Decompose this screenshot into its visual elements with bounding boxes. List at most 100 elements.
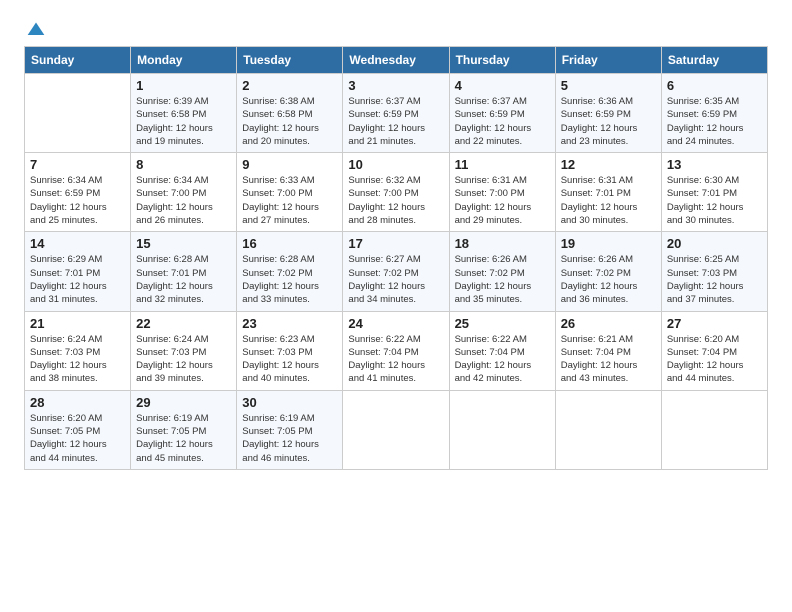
calendar-cell: 14 Sunrise: 6:29 AM Sunset: 7:01 PM Dayli… xyxy=(25,232,131,311)
day-number: 4 xyxy=(455,78,550,93)
header-monday: Monday xyxy=(131,47,237,74)
day-info: Sunrise: 6:23 AM Sunset: 7:03 PM Dayligh… xyxy=(242,333,337,386)
day-info: Sunrise: 6:37 AM Sunset: 6:59 PM Dayligh… xyxy=(348,95,443,148)
calendar-cell: 11Sunrise: 6:31 AM Sunset: 7:00 PM Dayli… xyxy=(449,153,555,232)
day-info: Sunrise: 6:25 AM Sunset: 7:03 PM Dayligh… xyxy=(667,253,762,306)
day-number: 5 xyxy=(561,78,656,93)
calendar-cell xyxy=(555,390,661,469)
calendar-week-4: 21 Sunrise: 6:24 AM Sunset: 7:03 PM Dayli… xyxy=(25,311,768,390)
day-number: 7 xyxy=(30,157,125,172)
day-number: 12 xyxy=(561,157,656,172)
day-number: 19 xyxy=(561,236,656,251)
day-info: Sunrise: 6:33 AM Sunset: 7:00 PM Dayligh… xyxy=(242,174,337,227)
day-number: 3 xyxy=(348,78,443,93)
calendar-cell xyxy=(343,390,449,469)
day-number: 14 xyxy=(30,236,125,251)
calendar-cell: 21Sunrise: 6:24 AM Sunset: 7:03 PM Dayli… xyxy=(25,311,131,390)
calendar-cell: 2 Sunrise: 6:38 AM Sunset: 6:58 PM Daylig… xyxy=(237,74,343,153)
calendar-cell xyxy=(449,390,555,469)
day-info: Sunrise: 6:28 AM Sunset: 7:01 PM Dayligh… xyxy=(136,253,231,306)
day-info: Sunrise: 6:21 AM Sunset: 7:04 PM Dayligh… xyxy=(561,333,656,386)
day-number: 30 xyxy=(242,395,337,410)
day-info: Sunrise: 6:26 AM Sunset: 7:02 PM Dayligh… xyxy=(561,253,656,306)
day-number: 25 xyxy=(455,316,550,331)
day-info: Sunrise: 6:32 AM Sunset: 7:00 PM Dayligh… xyxy=(348,174,443,227)
day-info: Sunrise: 6:29 AM Sunset: 7:01 PM Dayligh… xyxy=(30,253,125,306)
day-info: Sunrise: 6:22 AM Sunset: 7:04 PM Dayligh… xyxy=(348,333,443,386)
day-info: Sunrise: 6:28 AM Sunset: 7:02 PM Dayligh… xyxy=(242,253,337,306)
day-number: 18 xyxy=(455,236,550,251)
day-number: 28 xyxy=(30,395,125,410)
day-number: 10 xyxy=(348,157,443,172)
day-number: 9 xyxy=(242,157,337,172)
calendar-week-3: 14 Sunrise: 6:29 AM Sunset: 7:01 PM Dayli… xyxy=(25,232,768,311)
day-number: 27 xyxy=(667,316,762,331)
day-number: 22 xyxy=(136,316,231,331)
calendar-cell: 16 Sunrise: 6:28 AM Sunset: 7:02 PM Dayli… xyxy=(237,232,343,311)
calendar-cell: 8 Sunrise: 6:34 AM Sunset: 7:00 PM Daylig… xyxy=(131,153,237,232)
calendar-cell: 23 Sunrise: 6:23 AM Sunset: 7:03 PM Dayli… xyxy=(237,311,343,390)
day-number: 15 xyxy=(136,236,231,251)
day-number: 24 xyxy=(348,316,443,331)
day-number: 26 xyxy=(561,316,656,331)
day-number: 20 xyxy=(667,236,762,251)
calendar-cell: 6 Sunrise: 6:35 AM Sunset: 6:59 PM Daylig… xyxy=(661,74,767,153)
calendar-cell: 7 Sunrise: 6:34 AM Sunset: 6:59 PM Daylig… xyxy=(25,153,131,232)
calendar-cell: 27 Sunrise: 6:20 AM Sunset: 7:04 PM Dayli… xyxy=(661,311,767,390)
calendar-cell: 1Sunrise: 6:39 AM Sunset: 6:58 PM Daylig… xyxy=(131,74,237,153)
calendar-cell: 28 Sunrise: 6:20 AM Sunset: 7:05 PM Dayli… xyxy=(25,390,131,469)
day-number: 2 xyxy=(242,78,337,93)
day-info: Sunrise: 6:34 AM Sunset: 7:00 PM Dayligh… xyxy=(136,174,231,227)
day-info: Sunrise: 6:31 AM Sunset: 7:01 PM Dayligh… xyxy=(561,174,656,227)
header-friday: Friday xyxy=(555,47,661,74)
header-thursday: Thursday xyxy=(449,47,555,74)
day-number: 17 xyxy=(348,236,443,251)
calendar-cell xyxy=(661,390,767,469)
calendar-header-row: SundayMondayTuesdayWednesdayThursdayFrid… xyxy=(25,47,768,74)
day-info: Sunrise: 6:38 AM Sunset: 6:58 PM Dayligh… xyxy=(242,95,337,148)
calendar-cell: 24 Sunrise: 6:22 AM Sunset: 7:04 PM Dayli… xyxy=(343,311,449,390)
day-info: Sunrise: 6:22 AM Sunset: 7:04 PM Dayligh… xyxy=(455,333,550,386)
calendar-week-2: 7 Sunrise: 6:34 AM Sunset: 6:59 PM Daylig… xyxy=(25,153,768,232)
calendar-cell: 29Sunrise: 6:19 AM Sunset: 7:05 PM Dayli… xyxy=(131,390,237,469)
day-info: Sunrise: 6:26 AM Sunset: 7:02 PM Dayligh… xyxy=(455,253,550,306)
day-info: Sunrise: 6:36 AM Sunset: 6:59 PM Dayligh… xyxy=(561,95,656,148)
day-info: Sunrise: 6:39 AM Sunset: 6:58 PM Dayligh… xyxy=(136,95,231,148)
day-number: 6 xyxy=(667,78,762,93)
day-info: Sunrise: 6:20 AM Sunset: 7:05 PM Dayligh… xyxy=(30,412,125,465)
page-header xyxy=(24,20,768,40)
day-info: Sunrise: 6:34 AM Sunset: 6:59 PM Dayligh… xyxy=(30,174,125,227)
day-number: 13 xyxy=(667,157,762,172)
calendar-cell: 3 Sunrise: 6:37 AM Sunset: 6:59 PM Daylig… xyxy=(343,74,449,153)
calendar-cell: 5 Sunrise: 6:36 AM Sunset: 6:59 PM Daylig… xyxy=(555,74,661,153)
header-tuesday: Tuesday xyxy=(237,47,343,74)
calendar-cell xyxy=(25,74,131,153)
day-info: Sunrise: 6:20 AM Sunset: 7:04 PM Dayligh… xyxy=(667,333,762,386)
calendar-cell: 15 Sunrise: 6:28 AM Sunset: 7:01 PM Dayli… xyxy=(131,232,237,311)
day-info: Sunrise: 6:35 AM Sunset: 6:59 PM Dayligh… xyxy=(667,95,762,148)
calendar-cell: 4Sunrise: 6:37 AM Sunset: 6:59 PM Daylig… xyxy=(449,74,555,153)
day-number: 8 xyxy=(136,157,231,172)
logo-icon xyxy=(26,20,46,40)
calendar-cell: 13 Sunrise: 6:30 AM Sunset: 7:01 PM Dayli… xyxy=(661,153,767,232)
logo xyxy=(24,20,46,40)
day-number: 16 xyxy=(242,236,337,251)
day-number: 11 xyxy=(455,157,550,172)
header-saturday: Saturday xyxy=(661,47,767,74)
calendar-cell: 10 Sunrise: 6:32 AM Sunset: 7:00 PM Dayli… xyxy=(343,153,449,232)
day-number: 23 xyxy=(242,316,337,331)
day-info: Sunrise: 6:27 AM Sunset: 7:02 PM Dayligh… xyxy=(348,253,443,306)
calendar-cell: 26 Sunrise: 6:21 AM Sunset: 7:04 PM Dayli… xyxy=(555,311,661,390)
header-wednesday: Wednesday xyxy=(343,47,449,74)
calendar-cell: 12 Sunrise: 6:31 AM Sunset: 7:01 PM Dayli… xyxy=(555,153,661,232)
calendar-cell: 25 Sunrise: 6:22 AM Sunset: 7:04 PM Dayli… xyxy=(449,311,555,390)
calendar-cell: 9 Sunrise: 6:33 AM Sunset: 7:00 PM Daylig… xyxy=(237,153,343,232)
calendar-cell: 30 Sunrise: 6:19 AM Sunset: 7:05 PM Dayli… xyxy=(237,390,343,469)
calendar-cell: 18 Sunrise: 6:26 AM Sunset: 7:02 PM Dayli… xyxy=(449,232,555,311)
day-number: 21 xyxy=(30,316,125,331)
calendar-cell: 19 Sunrise: 6:26 AM Sunset: 7:02 PM Dayli… xyxy=(555,232,661,311)
day-info: Sunrise: 6:19 AM Sunset: 7:05 PM Dayligh… xyxy=(242,412,337,465)
day-info: Sunrise: 6:30 AM Sunset: 7:01 PM Dayligh… xyxy=(667,174,762,227)
day-info: Sunrise: 6:24 AM Sunset: 7:03 PM Dayligh… xyxy=(136,333,231,386)
calendar-cell: 22 Sunrise: 6:24 AM Sunset: 7:03 PM Dayli… xyxy=(131,311,237,390)
